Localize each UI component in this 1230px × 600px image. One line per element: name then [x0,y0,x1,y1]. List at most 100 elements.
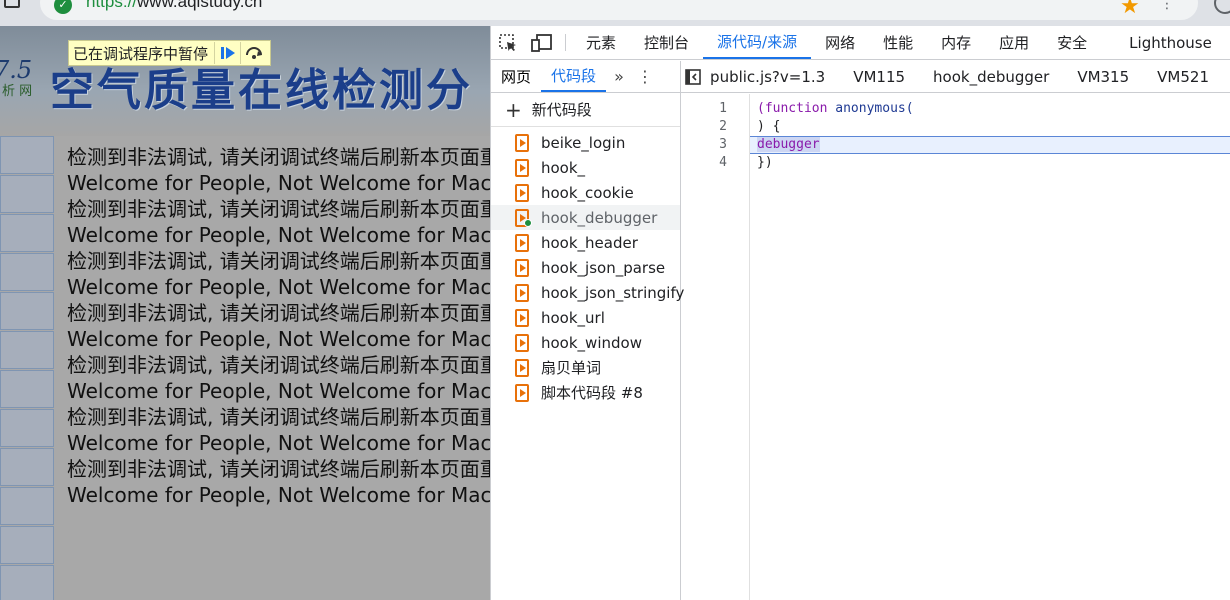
tab-page[interactable]: 网页 [491,61,541,92]
code-content[interactable]: (function anonymous( ) { debugger }) [750,94,1230,172]
running-indicator-icon [524,219,532,227]
snippet-label: hook_debugger [541,208,658,227]
device-toolbar-button[interactable] [525,26,559,59]
snippet-item[interactable]: hook_json_stringify [491,280,684,305]
editor-tab-vm315[interactable]: VM315 [1071,61,1145,92]
line-number[interactable]: 4 [681,154,749,172]
snippet-file-icon [515,358,529,377]
profile-icon[interactable] [1214,0,1230,14]
snippet-label: hook_ [541,158,586,177]
side-menu-cell[interactable] [0,370,54,408]
extensions-icon[interactable]: ⋮ [1160,0,1184,16]
editor-tab-public-js[interactable]: public.js?v=1.3 [704,61,841,92]
inspect-element-button[interactable] [491,26,525,59]
snippet-file-icon [515,233,529,252]
snippet-file-icon [515,333,529,352]
sources-navigator: 网页 代码段 » ⋮ + 新代码段 beike_login hook_ hook… [491,61,684,600]
snippet-item[interactable]: hook_json_parse [491,255,680,280]
step-over-button[interactable] [240,42,266,64]
message-line: Welcome for People, Not Welcome for Mach [67,327,490,351]
secure-lock-icon[interactable]: ✓ [54,0,72,14]
code-line-1[interactable]: (function anonymous( [750,100,1230,118]
snippet-item[interactable]: hook_header [491,230,680,255]
web-page-viewport: 7.5 析 网 空气质量在线检测分 已在调试程序中暂停 检测到非法调试, 请关闭… [0,26,490,600]
line-number[interactable]: 2 [681,118,749,136]
snippet-item[interactable]: hook_url [491,305,680,330]
tab-console[interactable]: 控制台 [630,26,703,59]
code-line-3-paused[interactable]: debugger [750,136,1230,154]
snippet-file-icon [515,383,529,402]
tab-performance[interactable]: 性能 [869,26,927,59]
sidebar-toggle-icon [684,68,701,85]
snippet-item[interactable]: hook_window [491,330,680,355]
side-menu-cell[interactable] [0,253,54,291]
side-menu-cell[interactable] [0,331,54,369]
code-function-name: anonymous( [827,101,914,116]
message-line: 检测到非法调试, 请关闭调试终端后刷新本页面重 [67,457,490,481]
side-menu-cell[interactable] [0,448,54,486]
tab-sources[interactable]: 源代码/来源 [703,26,812,59]
tab-network[interactable]: 网络 [811,26,869,59]
tab-elements[interactable]: 元素 [572,26,630,59]
snippet-label: hook_cookie [541,183,634,202]
toolbar-divider [565,34,566,51]
snippet-label: 脚本代码段 #8 [541,384,643,402]
resume-button[interactable] [214,42,240,64]
code-editor[interactable]: 1 2 3 4 (function anonymous( ) { debugge… [681,94,1230,600]
line-number-gutter[interactable]: 1 2 3 4 [681,94,750,600]
snippet-label: beike_login [541,133,626,152]
inspect-icon [499,33,516,51]
address-bar[interactable]: ✓ https://www.aqistudy.cn [40,0,1198,20]
snippet-item-selected[interactable]: hook_debugger [491,205,680,230]
snippet-file-icon [515,283,529,302]
snippet-item[interactable]: hook_cookie [491,180,680,205]
paused-in-debugger-overlay: 已在调试程序中暂停 [68,40,272,66]
navigator-tabs: 网页 代码段 » ⋮ [491,61,680,93]
side-menu-cell[interactable] [0,214,54,252]
side-menu-cell[interactable] [0,175,54,213]
tab-lighthouse[interactable]: Lighthouse [1101,26,1226,59]
devtools-panel: 元素 控制台 源代码/来源 网络 性能 内存 应用 安全 Lighthouse … [490,26,1230,600]
message-line: 检测到非法调试, 请关闭调试终端后刷新本页面重 [67,145,490,169]
tab-application[interactable]: 应用 [985,26,1043,59]
message-line: 检测到非法调试, 请关闭调试终端后刷新本页面重 [67,197,490,221]
message-line: Welcome for People, Not Welcome for Mach [67,431,490,455]
snippet-item[interactable]: beike_login [491,130,680,155]
side-menu-cell[interactable] [0,565,54,600]
message-line: 检测到非法调试, 请关闭调试终端后刷新本页面重 [67,301,490,325]
line-number[interactable]: 1 [681,100,749,118]
side-menu-cell[interactable] [0,487,54,525]
side-menu-cell[interactable] [0,526,54,564]
more-options-icon[interactable]: ⋮ [632,61,658,92]
tab-strip-icon[interactable] [4,0,20,8]
line-number[interactable]: 3 [681,136,749,154]
url-text[interactable]: https://www.aqistudy.cn [86,0,262,12]
device-mode-icon [531,33,552,52]
tab-snippets[interactable]: 代码段 [541,61,607,92]
tab-memory[interactable]: 内存 [927,26,985,59]
bookmark-star-icon[interactable]: ★ [1120,0,1140,19]
code-line-4[interactable]: }) [750,154,1230,172]
more-tabs-chevron-icon[interactable]: » [606,61,632,92]
message-line: 检测到非法调试, 请关闭调试终端后刷新本页面重 [67,249,490,273]
side-menu-cell[interactable] [0,136,54,174]
banner-subtitle: 析 网 [2,84,33,99]
url-host: www.aqistudy.cn [137,0,263,11]
editor-tab-vm521[interactable]: VM521 [1151,61,1225,92]
snippet-file-icon [515,183,529,202]
message-line: Welcome for People, Not Welcome for Mach [67,275,490,299]
paused-label: 已在调试程序中暂停 [73,44,209,63]
code-line-2[interactable]: ) { [750,118,1230,136]
snippet-file-icon [515,158,529,177]
snippet-file-icon [515,258,529,277]
editor-tab-vm115[interactable]: VM115 [847,61,921,92]
tab-security[interactable]: 安全 [1043,26,1101,59]
side-menu-cell[interactable] [0,409,54,447]
snippet-item[interactable]: hook_ [491,155,680,180]
snippet-item[interactable]: 扇贝单词 [491,355,680,380]
new-snippet-button[interactable]: + 新代码段 [491,93,680,127]
editor-tab-hook-debugger[interactable]: hook_debugger [927,61,1065,92]
snippet-item[interactable]: 脚本代码段 #8 [491,380,680,405]
side-menu-cell[interactable] [0,292,54,330]
toggle-navigator-button[interactable] [681,61,704,92]
